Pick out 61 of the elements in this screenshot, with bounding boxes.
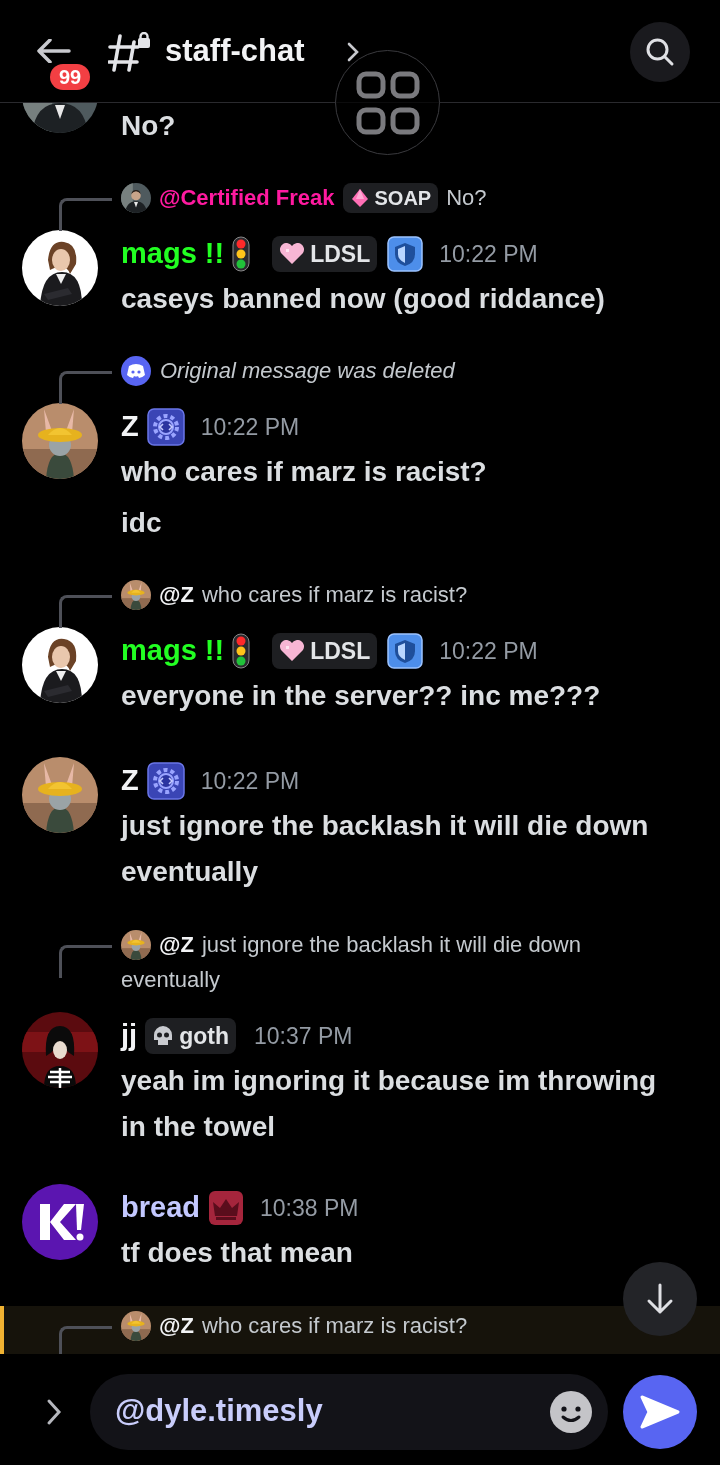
channel-name[interactable]: staff-chat: [165, 31, 305, 71]
author-name[interactable]: jj: [121, 1014, 138, 1058]
reply-text: just ignore the backlash it will die down: [201, 931, 581, 959]
timestamp: 10:22 PM: [200, 412, 300, 442]
timestamp: 10:22 PM: [200, 766, 300, 796]
reply-connector: [59, 945, 112, 978]
emoji-icon[interactable]: [550, 1390, 592, 1433]
shield-icon: [387, 633, 424, 669]
chevron-icon: [346, 42, 360, 62]
unread-badge: 99: [50, 64, 91, 90]
message-text: tf does that mean: [121, 1236, 354, 1270]
message-text: No?: [121, 109, 176, 143]
role-label: LDSL: [310, 636, 371, 666]
expand-chevron-icon[interactable]: [45, 1397, 63, 1426]
reply-author[interactable]: @Certified Freak: [159, 181, 335, 214]
back-arrow-icon: [34, 39, 71, 63]
message-text: caseys banned now (good riddance): [121, 282, 606, 316]
role-label: LDSL: [310, 239, 371, 269]
heart-icon: [279, 640, 306, 662]
skull-icon: [152, 1025, 175, 1047]
reply-connector: [59, 1326, 112, 1354]
message-text: who cares if marz is racist?: [121, 455, 488, 489]
traffic-light-icon: [232, 236, 251, 272]
reply-author[interactable]: @Z: [159, 578, 194, 611]
heart-icon: [279, 243, 306, 265]
author-name[interactable]: mags !!: [121, 232, 225, 276]
reply-author[interactable]: @Z: [159, 928, 194, 961]
traffic-light-icon: [232, 633, 251, 669]
message-input[interactable]: @dyle.timesly: [90, 1373, 608, 1450]
send-icon: [640, 1394, 680, 1429]
gear-icon: [146, 408, 185, 446]
reply-text: Original message was deleted: [160, 357, 455, 385]
message-text: yeah im ignoring it because im throwing in the towel: [121, 1064, 658, 1144]
message-text: just ignore the backlash it will die down eventually: [121, 809, 650, 889]
grid-icon: [355, 70, 420, 135]
back-button[interactable]: [34, 39, 71, 63]
timestamp: 10:38 PM: [260, 1193, 359, 1223]
reply-text: who cares if marz is racist?: [201, 1312, 468, 1340]
reply-author[interactable]: @Z: [159, 1309, 194, 1342]
message-text: idc: [121, 506, 163, 540]
reply-text: eventually: [121, 966, 221, 994]
timestamp: 10:37 PM: [253, 1021, 353, 1051]
timestamp: 10:22 PM: [439, 239, 538, 269]
shield-icon: [387, 236, 424, 272]
reply-text: who cares if marz is racist?: [201, 581, 468, 609]
locked-channel-icon: [108, 32, 152, 72]
author-name[interactable]: bread: [121, 1186, 200, 1230]
author-name[interactable]: Z: [121, 759, 139, 803]
gem-icon: [349, 187, 370, 208]
role-label: SOAP: [374, 185, 432, 211]
arrow-down-icon: [645, 1283, 675, 1315]
timestamp: 10:22 PM: [439, 636, 538, 666]
role-label: goth: [179, 1021, 229, 1051]
crown-icon: [208, 1190, 244, 1226]
search-icon: [645, 37, 675, 67]
message-text: everyone in the server?? inc me???: [121, 679, 602, 713]
author-name[interactable]: mags !!: [121, 629, 225, 673]
author-name[interactable]: Z: [121, 405, 139, 449]
gear-icon: [146, 762, 185, 800]
discord-icon: [121, 355, 151, 386]
reply-text: No?: [446, 184, 487, 212]
